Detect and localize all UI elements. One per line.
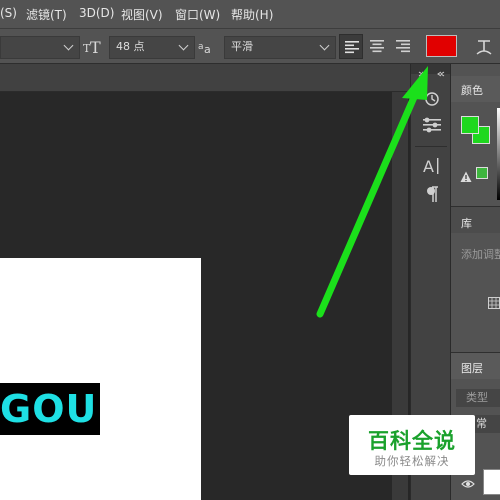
watermark-badge: 百科全说 助你轻松解决 [349, 415, 475, 475]
watermark-subtitle: 助你轻松解决 [374, 454, 450, 468]
watermark-title: 百科全说 [368, 429, 456, 453]
